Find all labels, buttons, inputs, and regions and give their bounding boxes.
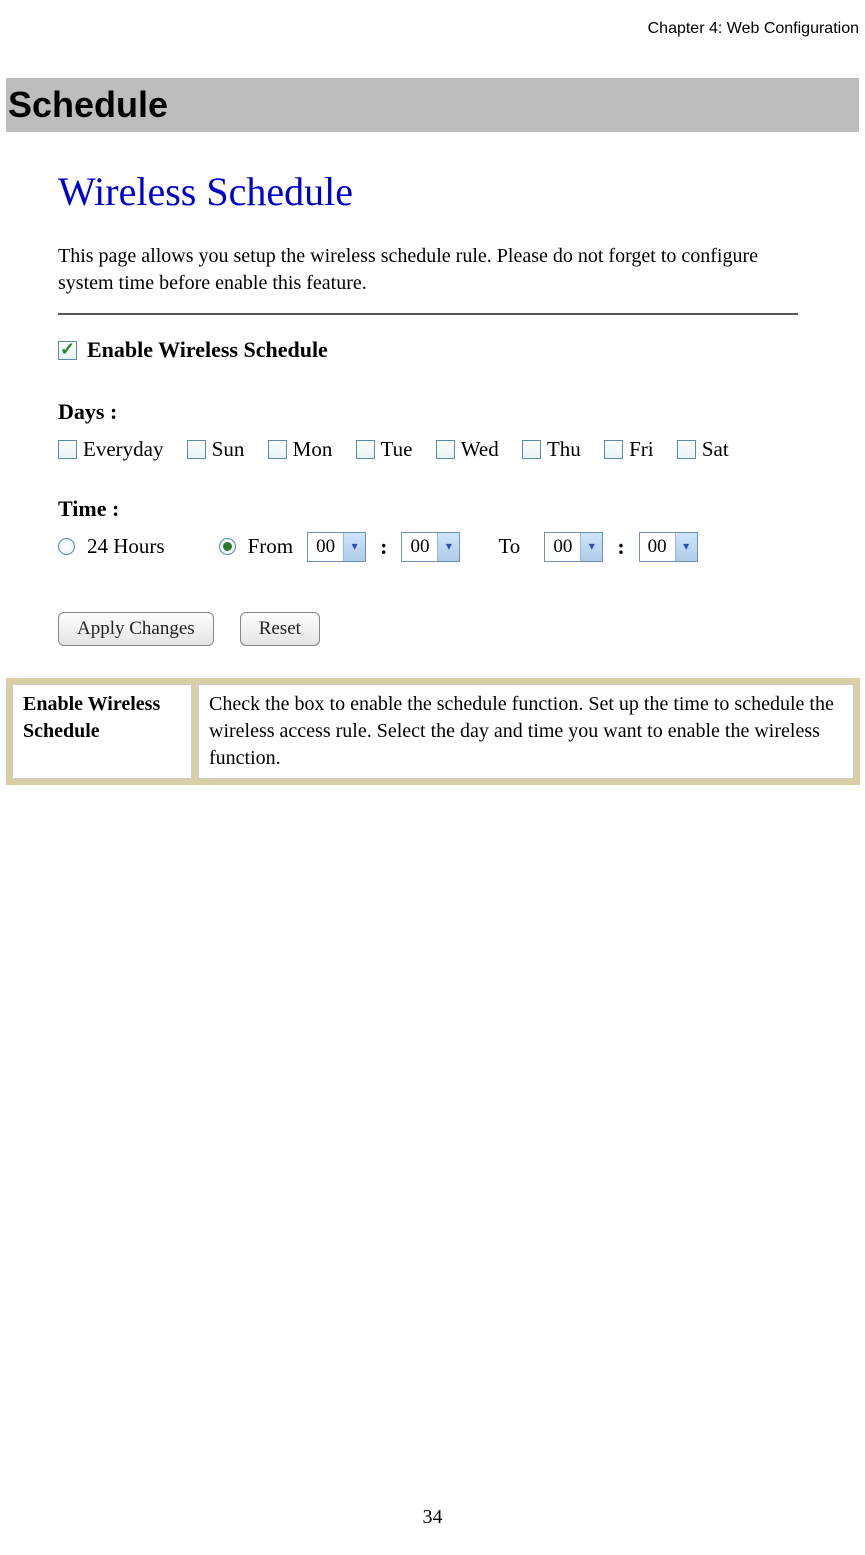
day-checkbox-tue[interactable] xyxy=(356,440,375,459)
desc-term: Enable Wireless Schedule xyxy=(12,684,192,779)
days-label: Days : xyxy=(58,399,849,425)
time-label: Time : xyxy=(58,496,849,522)
chapter-header: Chapter 4: Web Configuration xyxy=(6,20,859,38)
day-label: Fri xyxy=(629,437,654,461)
day-checkbox-everyday[interactable] xyxy=(58,440,77,459)
from-min-select[interactable]: 00▾ xyxy=(401,532,460,562)
time-to-label: To xyxy=(498,534,520,559)
day-checkbox-wed[interactable] xyxy=(436,440,455,459)
day-label: Sun xyxy=(212,437,245,461)
days-row: Everyday Sun Mon Tue Wed Thu Fri Sat xyxy=(58,435,849,462)
reset-button[interactable]: Reset xyxy=(240,612,320,646)
chevron-down-icon: ▾ xyxy=(580,533,602,561)
to-hour-value: 00 xyxy=(545,536,580,558)
enable-checkbox[interactable] xyxy=(58,341,77,360)
chevron-down-icon: ▾ xyxy=(437,533,459,561)
day-label: Everyday xyxy=(83,437,163,461)
day-label: Wed xyxy=(461,437,499,461)
to-min-select[interactable]: 00▾ xyxy=(639,532,698,562)
divider xyxy=(58,313,798,315)
button-row: Apply Changes Reset xyxy=(58,612,849,646)
to-hour-select[interactable]: 00▾ xyxy=(544,532,603,562)
enable-label: Enable Wireless Schedule xyxy=(87,337,328,362)
description-table: Enable Wireless Schedule Check the box t… xyxy=(6,678,860,785)
day-checkbox-sun[interactable] xyxy=(187,440,206,459)
day-label: Sat xyxy=(702,437,729,461)
time-24h-label: 24 Hours xyxy=(87,534,165,559)
screenshot-panel: Wireless Schedule This page allows you s… xyxy=(6,148,859,656)
section-title: Schedule xyxy=(6,78,859,132)
from-hour-value: 00 xyxy=(308,536,343,558)
table-row: Enable Wireless Schedule Check the box t… xyxy=(12,684,854,779)
day-checkbox-sat[interactable] xyxy=(677,440,696,459)
day-checkbox-thu[interactable] xyxy=(522,440,541,459)
page-number: 34 xyxy=(0,1506,865,1529)
day-label: Mon xyxy=(293,437,333,461)
time-from-radio[interactable] xyxy=(219,538,236,555)
day-label: Thu xyxy=(547,437,581,461)
desc-text: Check the box to enable the schedule fun… xyxy=(198,684,854,779)
time-colon: : xyxy=(380,534,387,560)
from-min-value: 00 xyxy=(402,536,437,558)
chevron-down-icon: ▾ xyxy=(675,533,697,561)
chevron-down-icon: ▾ xyxy=(343,533,365,561)
enable-row: Enable Wireless Schedule xyxy=(58,337,849,363)
day-checkbox-mon[interactable] xyxy=(268,440,287,459)
to-min-value: 00 xyxy=(640,536,675,558)
time-colon: : xyxy=(617,534,624,560)
day-checkbox-fri[interactable] xyxy=(604,440,623,459)
apply-changes-button[interactable]: Apply Changes xyxy=(58,612,214,646)
time-24h-radio[interactable] xyxy=(58,538,75,555)
day-label: Tue xyxy=(381,437,413,461)
time-row: 24 Hours From 00▾ : 00▾ To 00▾ : 00▾ xyxy=(58,532,849,562)
panel-intro: This page allows you setup the wireless … xyxy=(58,243,818,297)
from-hour-select[interactable]: 00▾ xyxy=(307,532,366,562)
time-from-label: From xyxy=(248,534,294,559)
panel-title: Wireless Schedule xyxy=(58,168,849,215)
